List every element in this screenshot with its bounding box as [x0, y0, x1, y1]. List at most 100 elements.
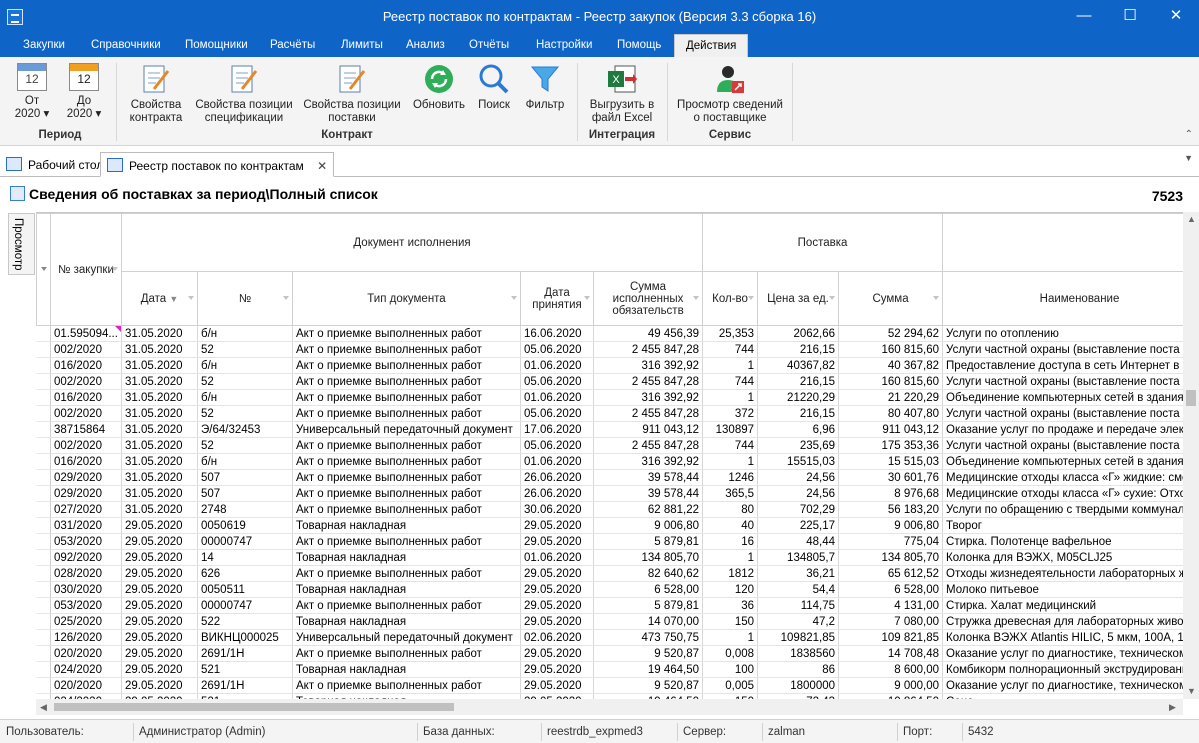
table-cell[interactable]: 002/2020: [50, 437, 122, 454]
table-cell[interactable]: 9 000,00: [838, 677, 944, 694]
col-header-doc-type[interactable]: Тип документа: [292, 271, 521, 326]
row-indicator[interactable]: [36, 533, 51, 550]
contract-properties-button[interactable]: Свойства контракта: [122, 63, 190, 125]
tab-raschety[interactable]: Расчёты: [270, 39, 315, 51]
table-cell[interactable]: 54,4: [757, 581, 840, 598]
table-cell[interactable]: 702,29: [757, 501, 840, 518]
table-cell[interactable]: Оказание услуг по диагностике, техническ…: [942, 645, 1183, 662]
col-header-unit-price[interactable]: Цена за ед.: [757, 271, 840, 326]
col-header-sum[interactable]: Сумма: [838, 271, 944, 326]
table-row[interactable]: 002/2020 31.05.2020 52 Акт о приемке выполн…: [36, 437, 1183, 454]
table-cell[interactable]: 52: [197, 341, 293, 358]
table-cell[interactable]: 6,96: [757, 421, 840, 438]
table-cell[interactable]: б/н: [197, 325, 293, 342]
tab-deistviya[interactable]: Действия: [674, 34, 749, 57]
table-cell[interactable]: Акт о приемке выполненных работ: [292, 501, 521, 518]
tab-spravochniki[interactable]: Справочники: [91, 39, 161, 51]
table-cell[interactable]: 2691/1Н: [197, 645, 293, 662]
table-row[interactable]: 016/2020 31.05.2020 б/н Акт о приемке выпол…: [36, 357, 1183, 374]
table-cell[interactable]: 1838560: [757, 645, 840, 662]
table-cell[interactable]: 29.05.2020: [121, 581, 198, 598]
table-cell[interactable]: 507: [197, 485, 293, 502]
table-cell[interactable]: 26.06.2020: [520, 469, 594, 486]
row-indicator[interactable]: [36, 341, 51, 358]
table-cell[interactable]: 744: [702, 341, 759, 358]
table-cell[interactable]: 29.05.2020: [520, 517, 594, 534]
table-cell[interactable]: 29.05.2020: [121, 661, 198, 678]
row-indicator[interactable]: [36, 677, 51, 694]
table-cell[interactable]: 002/2020: [50, 405, 122, 422]
table-cell[interactable]: 134 805,70: [593, 549, 704, 566]
tab-desktop[interactable]: Рабочий стол: [0, 152, 109, 177]
table-cell[interactable]: 47,2: [757, 613, 840, 630]
table-cell[interactable]: 016/2020: [50, 357, 122, 374]
table-cell[interactable]: 31.05.2020: [121, 405, 198, 422]
table-cell[interactable]: 744: [702, 437, 759, 454]
table-cell[interactable]: 020/2020: [50, 645, 122, 662]
table-cell[interactable]: Услуги частной охраны (выставление поста…: [942, 341, 1183, 358]
table-cell[interactable]: 29.05.2020: [520, 613, 594, 630]
vertical-scrollbar[interactable]: ▲ ▼: [1183, 212, 1199, 699]
tab-otchety[interactable]: Отчёты: [469, 39, 509, 51]
table-cell[interactable]: 1: [702, 453, 759, 470]
table-row[interactable]: 020/2020 29.05.2020 2691/1Н Акт о приемке в…: [36, 677, 1183, 694]
row-indicator[interactable]: [36, 437, 51, 454]
table-cell[interactable]: Стружка древесная для лабораторных живо.: [942, 613, 1183, 630]
table-cell[interactable]: 80: [702, 501, 759, 518]
table-cell[interactable]: 016/2020: [50, 453, 122, 470]
scroll-left-arrow-icon[interactable]: ◀: [40, 702, 47, 713]
table-cell[interactable]: 38715864: [50, 421, 122, 438]
col-header-name[interactable]: Наименование: [942, 271, 1183, 326]
vertical-scroll-thumb[interactable]: [1186, 390, 1196, 406]
table-cell[interactable]: 2 455 847,28: [593, 373, 704, 390]
table-cell[interactable]: 025/2020: [50, 613, 122, 630]
table-cell[interactable]: 002/2020: [50, 373, 122, 390]
table-cell[interactable]: 15515,03: [757, 453, 840, 470]
row-indicator[interactable]: [36, 661, 51, 678]
supply-item-properties-button[interactable]: Свойства позиции поставки: [300, 63, 404, 125]
table-cell[interactable]: Комбикорм полнорационный экструдированн.: [942, 661, 1183, 678]
table-cell[interactable]: 00000747: [197, 597, 293, 614]
table-cell[interactable]: 21 220,29: [838, 389, 944, 406]
table-cell[interactable]: 0,008: [702, 645, 759, 662]
table-cell[interactable]: 15 515,03: [838, 453, 944, 470]
table-cell[interactable]: 56 183,20: [838, 501, 944, 518]
table-cell[interactable]: 225,17: [757, 517, 840, 534]
table-cell[interactable]: 31.05.2020: [121, 453, 198, 470]
table-cell[interactable]: 31.05.2020: [121, 437, 198, 454]
table-cell[interactable]: 86: [757, 661, 840, 678]
row-indicator[interactable]: [36, 629, 51, 646]
table-row[interactable]: 027/2020 31.05.2020 2748 Акт о приемке выпо…: [36, 501, 1183, 518]
table-cell[interactable]: 24,56: [757, 469, 840, 486]
horizontal-scroll-thumb[interactable]: [54, 703, 454, 711]
table-row[interactable]: 020/2020 29.05.2020 2691/1Н Акт о приемке в…: [36, 645, 1183, 662]
table-cell[interactable]: 030/2020: [50, 581, 122, 598]
table-cell[interactable]: Услуги частной охраны (выставление поста…: [942, 373, 1183, 390]
table-row[interactable]: 002/2020 31.05.2020 52 Акт о приемке выполн…: [36, 405, 1183, 422]
table-cell[interactable]: 114,75: [757, 597, 840, 614]
table-cell[interactable]: Стирка. Полотенце вафельное: [942, 533, 1183, 550]
table-cell[interactable]: 216,15: [757, 405, 840, 422]
table-cell[interactable]: 775,04: [838, 533, 944, 550]
table-cell[interactable]: 01.06.2020: [520, 549, 594, 566]
table-cell[interactable]: 02.06.2020: [520, 629, 594, 646]
table-cell[interactable]: Товарная накладная: [292, 661, 521, 678]
table-row[interactable]: 01.595094... 31.05.2020 б/н Акт о приемке в…: [36, 325, 1183, 342]
table-cell[interactable]: 31.05.2020: [121, 373, 198, 390]
table-cell[interactable]: Универсальный передаточный документ: [292, 629, 521, 646]
table-cell[interactable]: 29.05.2020: [520, 645, 594, 662]
row-indicator[interactable]: [36, 517, 51, 534]
table-cell[interactable]: Акт о приемке выполненных работ: [292, 677, 521, 694]
table-cell[interactable]: 05.06.2020: [520, 405, 594, 422]
minimize-button[interactable]: —: [1061, 0, 1107, 34]
table-cell[interactable]: Акт о приемке выполненных работ: [292, 485, 521, 502]
row-indicator[interactable]: [36, 357, 51, 374]
table-cell[interactable]: Акт о приемке выполненных работ: [292, 565, 521, 582]
table-cell[interactable]: 29.05.2020: [121, 533, 198, 550]
table-cell[interactable]: 150: [702, 613, 759, 630]
table-cell[interactable]: 40: [702, 517, 759, 534]
table-cell[interactable]: 9 006,80: [838, 517, 944, 534]
spec-item-properties-button[interactable]: Свойства позиции спецификации: [194, 63, 294, 125]
table-cell[interactable]: 053/2020: [50, 597, 122, 614]
table-cell[interactable]: 29.05.2020: [520, 533, 594, 550]
